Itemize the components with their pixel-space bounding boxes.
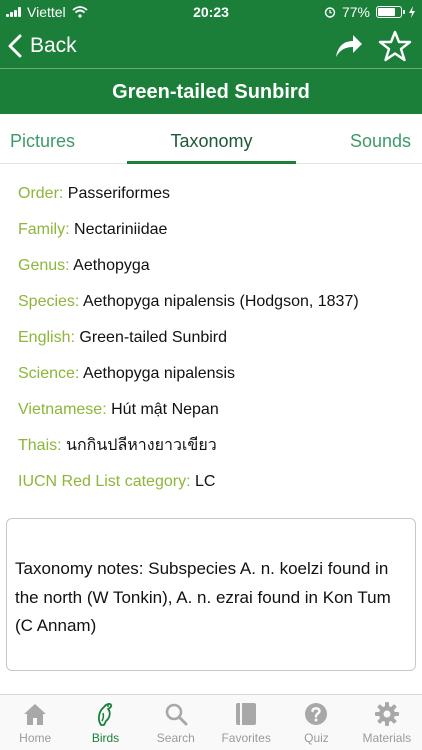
gear-icon — [374, 702, 399, 726]
status-bar: Viettel 20:23 77% — [0, 0, 422, 24]
back-label: Back — [30, 34, 77, 57]
bird-icon — [98, 703, 113, 726]
tabbar-quiz[interactable]: Quiz — [281, 695, 351, 750]
tabbar-materials-label: Materials — [362, 731, 412, 745]
tabbar-search[interactable]: Search — [141, 695, 211, 750]
segment-tabs: Pictures Taxonomy Sounds — [0, 114, 422, 164]
taxonomy-list: Order: Passeriformes Family: Nectariniid… — [18, 176, 414, 500]
science-row: Science: Aethopyga nipalensis — [18, 356, 414, 392]
tabbar-home[interactable]: Home — [0, 695, 70, 750]
home-icon — [24, 704, 47, 725]
tabbar-favorites-label: Favorites — [221, 731, 271, 745]
title-bar: Green-tailed Sunbird — [0, 68, 422, 114]
thais-value: นกกินปลีหางยาวเขียว — [66, 437, 217, 454]
order-row: Order: Passeriformes — [18, 176, 414, 212]
tab-pictures[interactable]: Pictures — [10, 114, 75, 164]
genus-value: Aethopyga — [73, 257, 150, 274]
tabbar-materials[interactable]: Materials — [352, 695, 422, 750]
thais-row: Thais: นกกินปลีหางยาวเขียว — [18, 428, 414, 464]
taxonomy-notes: Taxonomy notes: Subspecies A. n. koelzi … — [6, 518, 416, 671]
back-button[interactable]: Back — [8, 30, 77, 62]
tabbar-search-label: Search — [156, 731, 195, 745]
tab-taxonomy[interactable]: Taxonomy — [127, 114, 296, 164]
tabbar-birds[interactable]: Birds — [70, 695, 140, 750]
english-value: Green-tailed Sunbird — [79, 329, 228, 346]
vietnamese-row: Vietnamese: Hút mật Nepan — [18, 392, 414, 428]
iucn-row: IUCN Red List category: LC — [18, 464, 414, 500]
search-icon — [165, 703, 188, 726]
chevron-left-icon — [8, 34, 22, 58]
page-title: Green-tailed Sunbird — [112, 81, 310, 103]
iucn-key: IUCN Red List category: — [18, 473, 191, 490]
family-value: Nectariniidae — [74, 221, 168, 238]
tabbar-favorites[interactable]: Favorites — [211, 695, 281, 750]
species-row: Species: Aethopyga nipalensis (Hodgson, … — [18, 284, 414, 320]
thais-key: Thais: — [18, 437, 62, 454]
english-key: English: — [18, 329, 75, 346]
status-right: 77% — [324, 4, 416, 20]
tab-sounds[interactable]: Sounds — [350, 114, 411, 164]
book-icon — [236, 703, 257, 725]
charging-icon — [409, 6, 415, 18]
tabbar-home-label: Home — [19, 731, 52, 745]
science-key: Science: — [18, 365, 80, 382]
family-row: Family: Nectariniidae — [18, 212, 414, 248]
battery-percent: 77% — [341, 4, 370, 20]
genus-row: Genus: Aethopyga — [18, 248, 414, 284]
genus-key: Genus: — [18, 257, 70, 274]
species-key: Species: — [18, 293, 80, 310]
order-value: Passeriformes — [67, 185, 171, 202]
question-icon — [305, 703, 328, 725]
nav-bar: Back — [0, 24, 422, 68]
tabbar-quiz-label: Quiz — [304, 731, 329, 745]
family-key: Family: — [18, 221, 70, 238]
english-row: English: Green-tailed Sunbird — [18, 320, 414, 356]
alarm-icon — [324, 7, 336, 18]
bottom-tab-bar: Home Birds Search Favorites Quiz Materia… — [0, 694, 422, 750]
iucn-value: LC — [194, 473, 216, 490]
order-key: Order: — [18, 185, 64, 202]
star-icon[interactable] — [378, 30, 412, 62]
species-value: Aethopyga nipalensis (Hodgson, 1837) — [82, 293, 359, 310]
vietnamese-key: Vietnamese: — [18, 401, 107, 418]
nav-actions — [334, 30, 412, 62]
tabbar-birds-label: Birds — [91, 731, 120, 745]
share-icon[interactable] — [334, 33, 364, 59]
science-value: Aethopyga nipalensis — [82, 365, 236, 382]
battery-icon — [376, 6, 405, 18]
vietnamese-value: Hút mật Nepan — [111, 401, 219, 418]
